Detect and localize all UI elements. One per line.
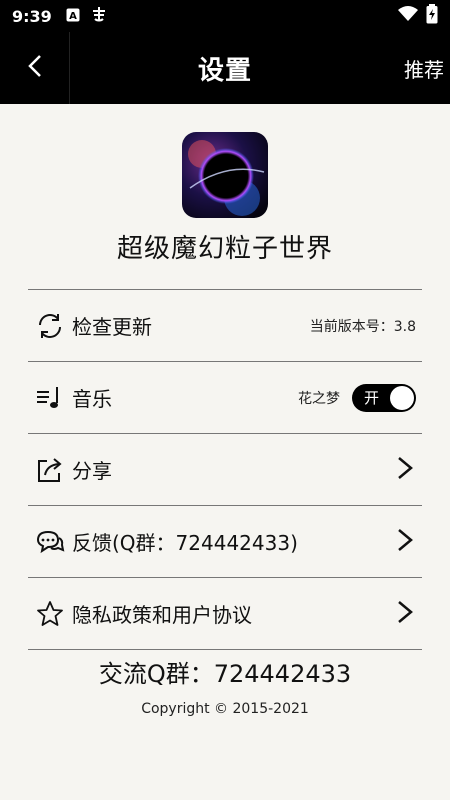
app-header: 超级魔幻粒子世界	[0, 104, 450, 265]
wifi-icon	[398, 6, 418, 26]
music-toggle[interactable]: 开	[352, 383, 416, 412]
notification-a-icon: A	[66, 7, 80, 26]
app-bar: 设置 推荐	[0, 32, 450, 104]
battery-charging-icon	[426, 4, 438, 28]
qq-group-text: 交流Q群：724442433	[98, 660, 352, 688]
version-text: 当前版本号：3.8	[309, 318, 416, 335]
app-logo	[182, 132, 268, 218]
toggle-state-label: 开	[364, 389, 380, 407]
chevron-right-icon	[394, 599, 416, 629]
privacy-row[interactable]: 隐私政策和用户协议	[28, 578, 422, 650]
settings-list: 检查更新 当前版本号：3.8 音乐 花之梦 开 分享 反馈(Q群：7244424…	[28, 289, 422, 650]
page-title: 设置	[197, 55, 252, 86]
chat-bubbles-icon	[34, 526, 66, 558]
chevron-left-icon	[27, 54, 43, 82]
refresh-icon	[34, 310, 66, 342]
share-row[interactable]: 分享	[28, 434, 422, 506]
music-row: 音乐 花之梦 开	[28, 362, 422, 434]
music-track-name: 花之梦	[298, 390, 340, 407]
share-label: 分享	[72, 459, 112, 483]
app-name: 超级魔幻粒子世界	[116, 234, 333, 264]
copyright-text: Copyright © 2015-2021	[141, 701, 309, 717]
music-list-icon	[34, 382, 66, 414]
chevron-right-icon	[394, 527, 416, 557]
status-time: 9:39	[12, 6, 52, 26]
back-button[interactable]	[0, 32, 70, 104]
star-icon	[34, 598, 66, 630]
recommend-button[interactable]: 推荐	[404, 54, 444, 83]
feedback-row[interactable]: 反馈(Q群：724442433)	[28, 506, 422, 578]
status-bar: 9:39 A	[0, 0, 450, 32]
svg-text:A: A	[69, 11, 77, 22]
footer: 交流Q群：724442433 Copyright © 2015-2021	[0, 654, 450, 717]
toggle-knob	[390, 385, 414, 410]
feedback-label: 反馈(Q群：724442433)	[72, 531, 298, 555]
check-update-row[interactable]: 检查更新 当前版本号：3.8	[28, 290, 422, 362]
privacy-label: 隐私政策和用户协议	[72, 603, 252, 627]
notification-bug-icon	[90, 5, 108, 27]
share-icon	[34, 454, 66, 486]
check-update-label: 检查更新	[72, 315, 152, 339]
music-label: 音乐	[72, 387, 112, 411]
chevron-right-icon	[394, 455, 416, 485]
